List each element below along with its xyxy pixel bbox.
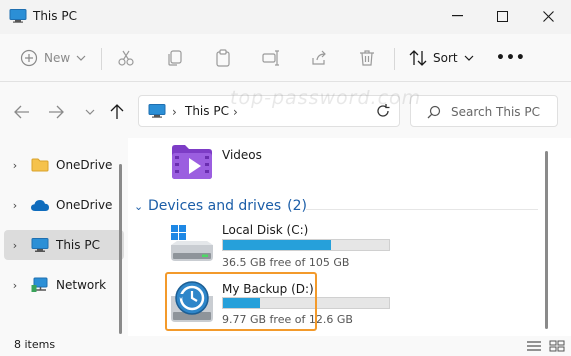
rename-icon xyxy=(262,50,279,66)
toolbar-divider xyxy=(101,48,102,70)
computer-icon xyxy=(9,9,27,23)
cut-button[interactable] xyxy=(117,44,135,72)
sort-button[interactable]: Sort xyxy=(409,44,474,72)
videos-folder-icon[interactable] xyxy=(170,143,214,181)
folder-icon xyxy=(30,157,50,173)
sort-label: Sort xyxy=(433,51,458,65)
sidebar-item-this-pc[interactable]: › This PC xyxy=(4,230,124,260)
rename-button[interactable] xyxy=(262,44,280,72)
toolbar-divider xyxy=(394,48,395,70)
sidebar-item-label: OneDrive xyxy=(56,198,113,212)
expand-chevron-icon[interactable]: › xyxy=(6,239,24,252)
expand-chevron-icon[interactable]: › xyxy=(6,159,24,172)
sidebar-item-network[interactable]: › Network xyxy=(4,270,124,300)
share-button[interactable] xyxy=(310,44,328,72)
paste-button[interactable] xyxy=(214,44,232,72)
sidebar-item-label: This PC xyxy=(56,238,100,252)
collapse-chevron-icon: ⌄ xyxy=(134,199,144,213)
breadcrumb-this-pc[interactable]: This PC xyxy=(185,104,229,118)
expand-chevron-icon[interactable]: › xyxy=(6,199,24,212)
cloud-icon xyxy=(30,197,50,213)
maximize-button[interactable] xyxy=(479,0,525,32)
search-icon xyxy=(427,105,441,119)
back-button[interactable] xyxy=(12,102,32,122)
chevron-down-icon xyxy=(85,109,95,115)
group-title: Devices and drives xyxy=(148,198,282,214)
new-button[interactable]: New xyxy=(20,44,86,72)
sidebar-item-onedrive-cloud[interactable]: › OneDrive xyxy=(4,190,124,220)
navigation-pane: › OneDrive › OneDrive › This PC › Networ… xyxy=(0,138,128,336)
more-icon: ••• xyxy=(496,50,526,66)
sidebar-item-label: OneDrive xyxy=(56,158,113,172)
breadcrumb-separator[interactable]: › xyxy=(172,105,177,119)
drive-name[interactable]: Local Disk (C:) xyxy=(222,223,308,237)
maximize-icon xyxy=(496,10,508,22)
details-view-icon[interactable] xyxy=(526,340,542,352)
drive-usage-bar xyxy=(222,239,390,251)
cut-icon xyxy=(118,50,134,66)
group-count: (2) xyxy=(287,198,307,214)
computer-icon xyxy=(148,104,166,118)
new-label: New xyxy=(44,51,71,65)
drive-free-space: 36.5 GB free of 105 GB xyxy=(222,256,350,269)
computer-icon xyxy=(30,237,50,253)
expand-chevron-icon[interactable]: › xyxy=(6,279,24,292)
tiles-view-icon[interactable] xyxy=(549,340,565,352)
back-arrow-icon xyxy=(14,105,29,119)
status-bar: 8 items xyxy=(0,336,571,356)
group-divider xyxy=(306,209,538,210)
windows-drive-icon[interactable] xyxy=(169,223,215,267)
minimize-button[interactable] xyxy=(434,0,480,32)
command-bar: New Sort ••• xyxy=(0,34,571,82)
search-box[interactable]: Search This PC xyxy=(410,95,558,127)
window-title: This PC xyxy=(33,9,77,23)
chevron-down-icon xyxy=(464,55,474,61)
folder-label[interactable]: Videos xyxy=(222,148,262,162)
network-icon xyxy=(30,277,50,293)
watermark: top-password.com xyxy=(230,87,422,109)
close-icon xyxy=(542,10,554,22)
copy-icon xyxy=(168,50,182,66)
chevron-down-icon xyxy=(76,55,86,61)
sidebar-item-onedrive-folder[interactable]: › OneDrive xyxy=(4,150,124,180)
minimize-icon xyxy=(451,15,463,17)
title-bar: This PC xyxy=(0,0,571,34)
sidebar-item-label: Network xyxy=(56,278,107,292)
recent-locations-button[interactable] xyxy=(80,102,100,122)
paste-icon xyxy=(216,49,230,67)
more-options-button[interactable]: ••• xyxy=(496,44,526,72)
copy-button[interactable] xyxy=(166,44,184,72)
search-placeholder: Search This PC xyxy=(451,105,540,119)
up-button[interactable] xyxy=(107,102,127,122)
forward-button[interactable] xyxy=(46,102,66,122)
close-button[interactable] xyxy=(525,0,571,32)
sort-icon xyxy=(409,50,427,66)
content-scrollbar[interactable] xyxy=(545,151,548,329)
devices-and-drives-group[interactable]: ⌄ Devices and drives (2) xyxy=(134,198,307,214)
delete-icon xyxy=(360,50,374,66)
new-icon xyxy=(20,49,38,67)
item-count: 8 items xyxy=(14,338,56,351)
navigation-scrollbar[interactable] xyxy=(119,164,122,334)
forward-arrow-icon xyxy=(49,105,64,119)
delete-button[interactable] xyxy=(358,44,376,72)
up-arrow-icon xyxy=(110,104,124,119)
selection-highlight-box xyxy=(165,272,317,331)
drive-usage-fill xyxy=(223,240,331,250)
share-icon xyxy=(312,50,326,65)
